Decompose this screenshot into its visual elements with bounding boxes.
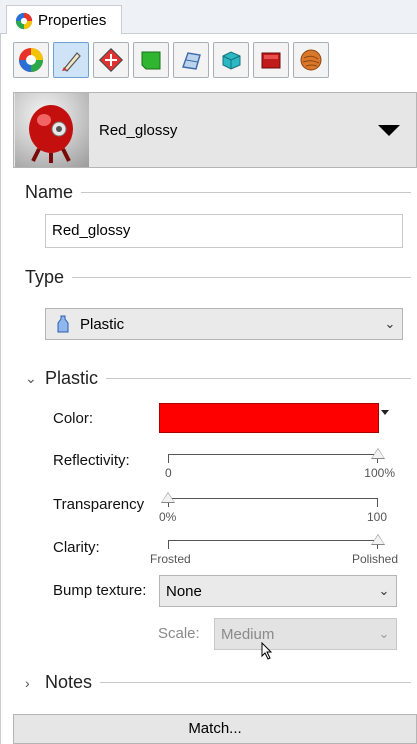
mesh-button[interactable] [173, 42, 209, 78]
material-button[interactable] [53, 42, 89, 78]
material-preview-thumbnail [15, 93, 89, 167]
match-button[interactable]: Match... [13, 714, 417, 744]
surface-button[interactable] [133, 42, 169, 78]
divider [106, 378, 411, 379]
material-type-select[interactable]: Plastic ⌄ [45, 308, 403, 340]
bump-texture-label: Bump texture: [53, 582, 147, 599]
slider-max-label: Polished [351, 552, 398, 566]
brush-icon [62, 52, 81, 72]
slider-thumb[interactable] [371, 448, 385, 459]
attributes-button[interactable] [253, 42, 289, 78]
render-mesh-button[interactable] [213, 42, 249, 78]
properties-toolbar [13, 42, 329, 80]
slider-min-label: 0% [159, 510, 177, 524]
divider [100, 682, 411, 683]
name-section-header: Name [25, 182, 411, 203]
texture-button[interactable] [293, 42, 329, 78]
chevron-down-icon: ⌄ [378, 583, 390, 598]
material-name-field[interactable]: Red_glossy [45, 214, 403, 248]
chevron-right-icon[interactable]: › [25, 675, 35, 691]
mesh-icon [182, 52, 201, 70]
slider-track [168, 540, 378, 549]
plastic-section-header[interactable]: ⌄ Plastic [25, 368, 411, 389]
color-wheel-icon [19, 48, 43, 72]
texture-sphere-icon [300, 49, 322, 71]
color-dropdown-arrow-icon[interactable] [381, 410, 389, 415]
reflectivity-label: Reflectivity: [53, 452, 130, 469]
transparency-slider[interactable]: 0% 100 [159, 490, 387, 526]
reflectivity-slider[interactable]: 0 100% [165, 446, 395, 482]
type-heading: Type [25, 267, 65, 287]
material-type-value: Plastic [80, 315, 125, 333]
chevron-down-icon[interactable]: ⌄ [25, 370, 37, 387]
type-section-header: Type [25, 267, 411, 288]
slider-max-label: 100 [366, 510, 387, 524]
transparency-label: Transparency [53, 496, 145, 513]
notes-section-header[interactable]: › Notes [25, 672, 411, 693]
linetype-button[interactable] [93, 42, 129, 78]
clarity-slider[interactable]: Frosted Polished [150, 532, 398, 568]
plastic-heading: Plastic [45, 368, 99, 388]
divider [72, 277, 411, 278]
red-box-icon [261, 52, 281, 69]
bump-texture-select[interactable]: None ⌄ [159, 575, 397, 607]
green-surface-icon [141, 51, 161, 70]
slider-thumb[interactable] [161, 492, 175, 503]
tab-properties[interactable]: Properties [6, 5, 122, 35]
mouse-cursor-icon [261, 642, 273, 660]
linetype-icon [98, 47, 124, 73]
bump-texture-value: None [166, 582, 202, 600]
slider-track [168, 454, 378, 463]
scale-label: Scale: [158, 625, 200, 642]
material-header[interactable]: Red_glossy [13, 92, 417, 168]
slider-max-label: 100% [364, 466, 395, 480]
material-menu-arrow-icon[interactable] [378, 124, 400, 136]
color-swatch-button[interactable] [159, 403, 379, 433]
slider-min-label: Frosted [150, 552, 191, 566]
properties-panel: Red_glossy Name Red_glossy Type Plastic … [0, 34, 417, 744]
tab-label: Properties [38, 12, 107, 29]
chevron-down-icon: ⌄ [378, 626, 390, 641]
chevron-down-icon: ⌄ [384, 316, 396, 331]
tab-strip: Properties [0, 0, 417, 35]
slider-thumb[interactable] [371, 534, 385, 545]
material-name: Red_glossy [99, 121, 178, 139]
notes-heading: Notes [45, 672, 93, 692]
scale-select[interactable]: Medium ⌄ [214, 618, 397, 650]
color-wheel-icon [15, 12, 33, 29]
clarity-label: Clarity: [53, 539, 100, 556]
object-color-button[interactable] [13, 42, 49, 78]
divider [81, 192, 411, 193]
slider-track [168, 498, 378, 507]
cube-icon [222, 51, 241, 70]
plastic-bottle-icon [57, 315, 69, 333]
slider-min-label: 0 [165, 466, 172, 480]
color-label: Color: [53, 410, 94, 427]
scale-value: Medium [221, 625, 275, 643]
name-heading: Name [25, 182, 74, 202]
